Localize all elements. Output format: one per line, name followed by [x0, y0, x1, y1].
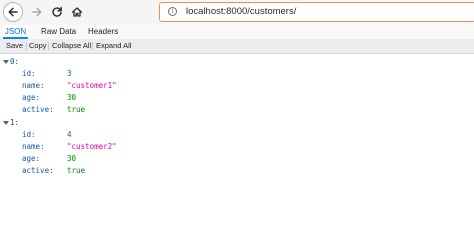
tree-row: age: 30 — [0, 92, 474, 104]
array-index-label: 1: — [10, 118, 20, 127]
collapse-all-button[interactable]: Collapse All — [52, 39, 91, 53]
field-key: id: — [22, 69, 36, 78]
home-button[interactable] — [67, 2, 87, 22]
tree-row: id: 4 — [0, 129, 474, 141]
tab-raw-data[interactable]: Raw Data — [41, 25, 76, 39]
toolbar-divider — [26, 42, 27, 50]
forward-button[interactable] — [27, 2, 47, 22]
field-value: 30 — [67, 93, 77, 102]
toolbar-divider — [92, 42, 93, 50]
copy-button[interactable]: Copy — [29, 39, 47, 53]
field-value: 4 — [67, 130, 72, 139]
tree-row: name: "customer1" — [0, 80, 474, 92]
tree-row: id: 3 — [0, 68, 474, 80]
browser-toolbar: i localhost:8000/customers/ — [0, 0, 474, 25]
reload-button[interactable] — [47, 2, 67, 22]
twisty-expanded-icon[interactable] — [3, 60, 9, 64]
tree-row: name: "customer2" — [0, 141, 474, 153]
info-icon[interactable]: i — [168, 7, 177, 16]
field-key: active: — [22, 105, 54, 114]
save-button[interactable]: Save — [6, 39, 23, 53]
field-key: id: — [22, 130, 36, 139]
toolbar-divider — [48, 42, 49, 50]
field-key: age: — [22, 154, 41, 163]
tree-row: active: true — [0, 104, 474, 116]
field-value: true — [67, 166, 86, 175]
field-key: name: — [22, 81, 45, 90]
tree-row-index[interactable]: 0: — [0, 56, 474, 68]
tree-row: age: 30 — [0, 153, 474, 165]
twisty-expanded-icon[interactable] — [3, 121, 9, 125]
field-value: true — [67, 105, 86, 114]
tree-row-index[interactable]: 1: — [0, 117, 474, 129]
expand-all-button[interactable]: Expand All — [96, 39, 131, 53]
field-value: 30 — [67, 154, 77, 163]
field-key: name: — [22, 142, 45, 151]
tab-headers[interactable]: Headers — [88, 25, 118, 39]
forward-arrow-icon — [32, 7, 42, 17]
viewer-tab-bar: JSON Raw Data Headers — [0, 25, 474, 39]
tree-row: active: true — [0, 165, 474, 177]
back-button[interactable] — [3, 2, 23, 22]
back-arrow-icon — [8, 7, 18, 17]
array-index-label: 0: — [10, 57, 20, 66]
reload-icon — [52, 6, 62, 17]
home-icon — [71, 7, 83, 17]
field-value: "customer1" — [67, 81, 117, 90]
field-key: active: — [22, 166, 54, 175]
field-value: 3 — [67, 69, 72, 78]
field-value: "customer2" — [67, 142, 117, 151]
url-bar[interactable]: i localhost:8000/customers/ — [159, 2, 474, 22]
field-key: age: — [22, 93, 41, 102]
url-text[interactable]: localhost:8000/customers/ — [186, 6, 296, 17]
json-toolbar: Save Copy Collapse All Expand All — [0, 39, 474, 54]
